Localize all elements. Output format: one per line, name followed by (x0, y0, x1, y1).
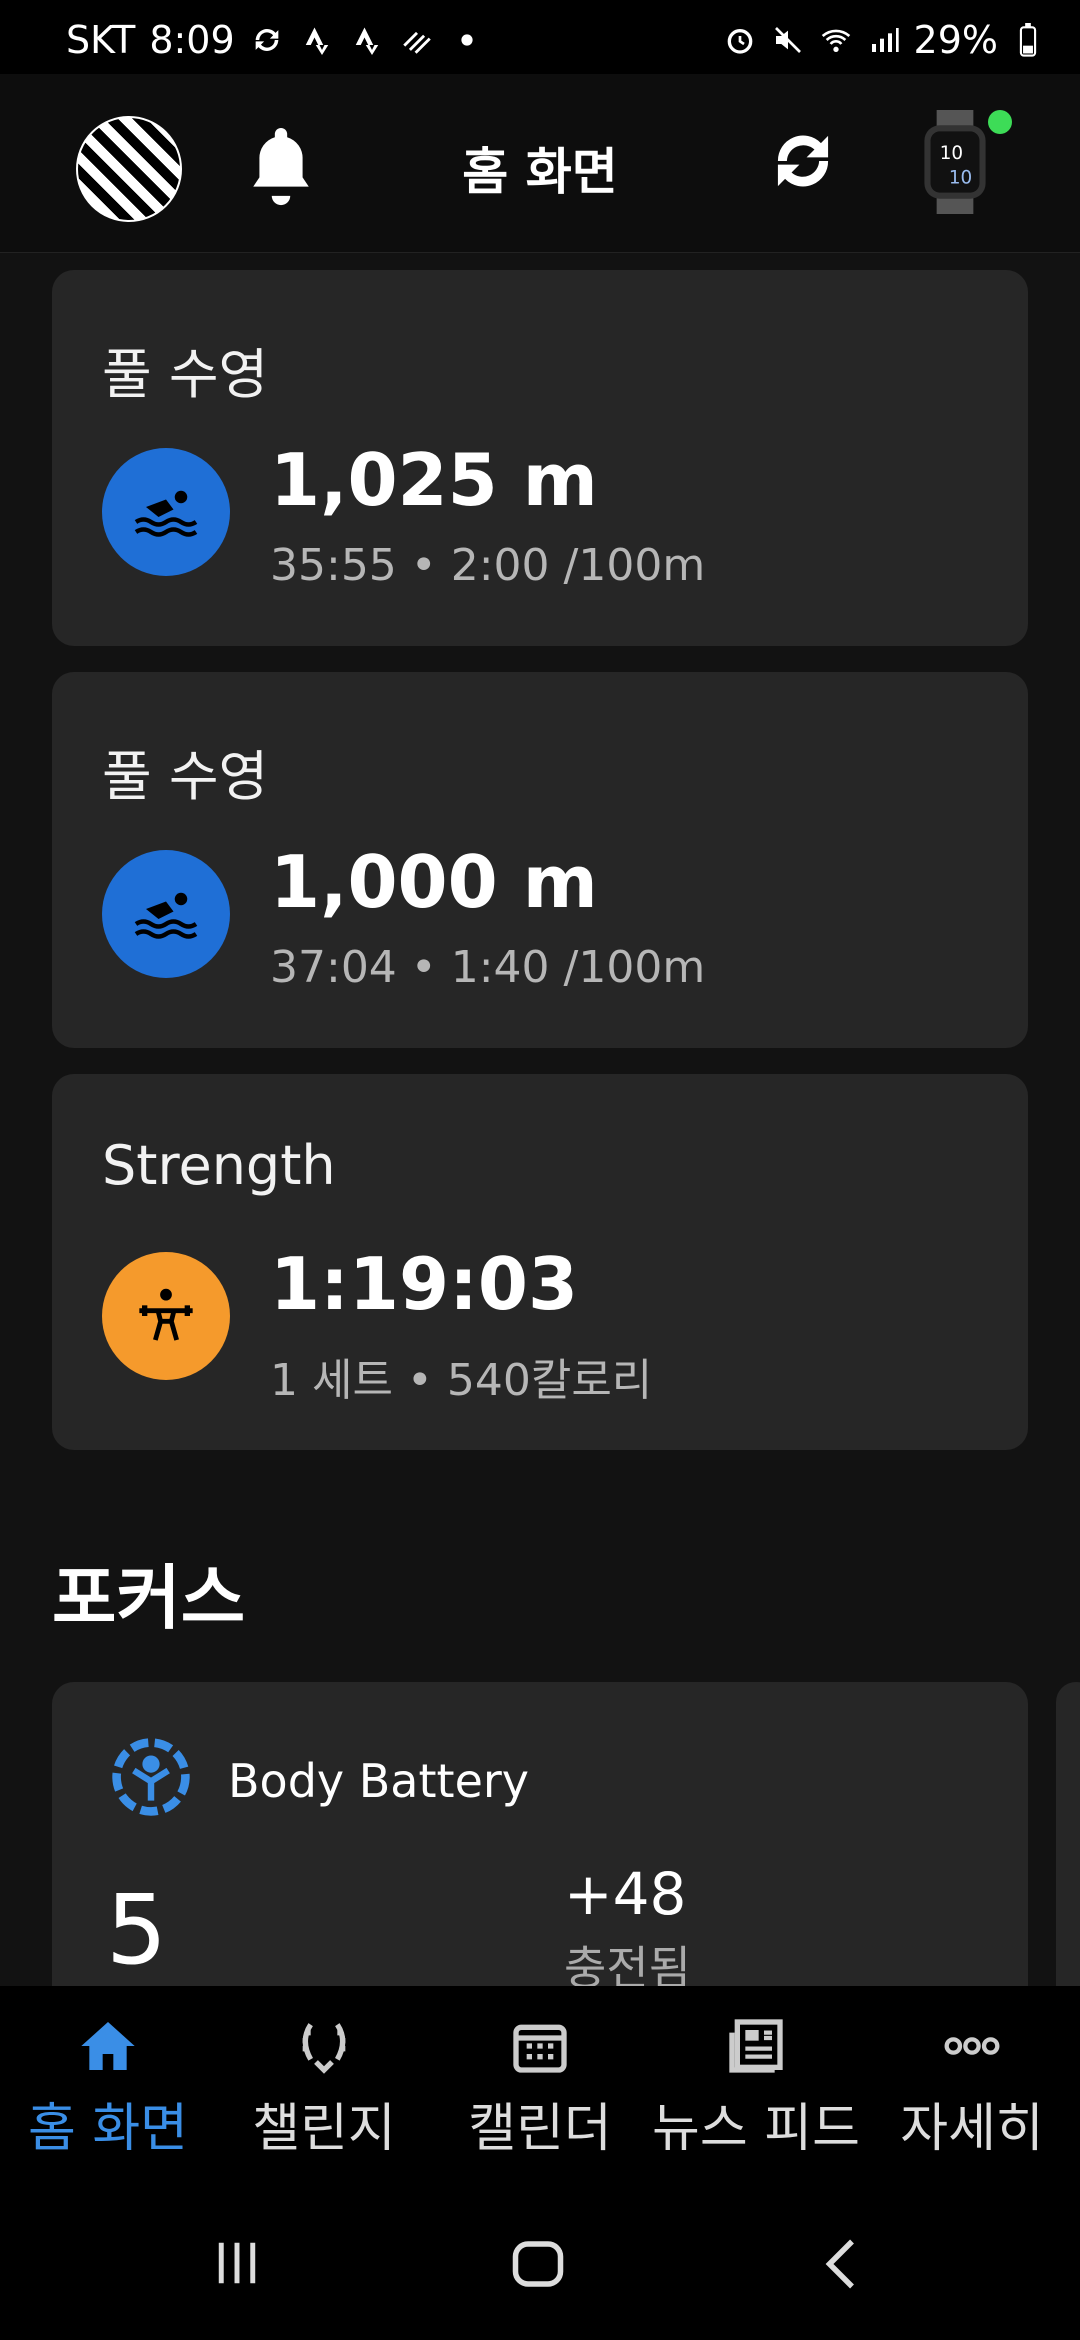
clock: 8:09 (149, 18, 235, 62)
nav-label: 캘린더 (468, 2099, 612, 2159)
nav-newsfeed[interactable]: 뉴스 피드 (648, 2014, 864, 2161)
nav-label: 뉴스 피드 (652, 2099, 860, 2159)
laurel-icon (292, 2014, 356, 2078)
body-battery-value: 5 (106, 1874, 168, 1986)
nav-label: 자세히 (900, 2099, 1044, 2159)
body-battery-title: Body Battery (228, 1754, 529, 1808)
activity-duration: 1:19:03 (270, 1242, 579, 1326)
nav-label: 홈 화면 (27, 2099, 189, 2159)
body-battery-delta-label: 충전됨 (564, 1941, 691, 1986)
activity-title: 풀 수영 (102, 745, 269, 808)
nav-calendar[interactable]: 캘린더 (432, 2014, 648, 2161)
back-icon[interactable] (812, 2234, 872, 2294)
home-icon (76, 2014, 140, 2078)
nav-home[interactable]: 홈 화면 (0, 2014, 216, 2161)
status-left: SKT 8:09 (66, 18, 485, 62)
bottom-nav: 홈 화면 챌린지 캘린더 뉴스 피드 자세히 (0, 1986, 1080, 2176)
svg-text:10: 10 (949, 167, 972, 188)
body-battery-icon (108, 1734, 194, 1820)
recent-apps-icon[interactable] (210, 2236, 264, 2290)
calendar-icon (508, 2014, 572, 2078)
activity-details: 37:04 • 1:40 /100m (270, 942, 706, 993)
carrier-label: SKT (66, 18, 136, 62)
battery-icon (1010, 22, 1046, 58)
signal-icon (866, 22, 902, 58)
next-focus-card[interactable] (1056, 1682, 1080, 1986)
system-nav-bar (0, 2176, 1080, 2340)
sync-icon[interactable] (760, 118, 846, 204)
more-icon (940, 2014, 1004, 2078)
nav-label: 챌린지 (252, 2099, 396, 2159)
body-battery-delta: +48 (564, 1860, 687, 1928)
dot-icon (449, 22, 485, 58)
alarm-icon (722, 22, 758, 58)
main-content: 풀 수영 1,025 m 35:55 • 2:00 /100m 풀 수영 1,0… (0, 252, 1080, 1986)
connection-indicator (988, 110, 1012, 134)
activity-card[interactable]: 풀 수영 1,000 m 37:04 • 1:40 /100m (52, 672, 1028, 1048)
newsfeed-icon (724, 2014, 788, 2078)
activity-title: 풀 수영 (102, 343, 269, 406)
weightlifting-icon (102, 1252, 230, 1380)
strava-icon (349, 22, 385, 58)
mute-icon (770, 22, 806, 58)
svg-text:10: 10 (940, 143, 963, 164)
activity-details: 35:55 • 2:00 /100m (270, 540, 706, 591)
app-bar: 홈 화면 10 10 (0, 74, 1080, 253)
dnd-icon (399, 22, 435, 58)
sync-icon (249, 22, 285, 58)
body-battery-card[interactable]: Body Battery 5 +48 충전됨 (52, 1682, 1028, 1986)
activity-title: Strength (102, 1134, 336, 1197)
swim-icon (102, 850, 230, 978)
activity-distance: 1,000 m (270, 840, 598, 924)
strava-icon (299, 22, 335, 58)
nav-more[interactable]: 자세히 (864, 2014, 1080, 2161)
nav-challenges[interactable]: 챌린지 (216, 2014, 432, 2161)
home-button-icon[interactable] (508, 2234, 568, 2294)
status-bar: SKT 8:09 29% (0, 0, 1080, 74)
swim-icon (102, 448, 230, 576)
battery-percent: 29% (913, 18, 998, 62)
activity-card[interactable]: 풀 수영 1,025 m 35:55 • 2:00 /100m (52, 270, 1028, 646)
section-title-focus: 포커스 (52, 1557, 246, 1639)
activity-distance: 1,025 m (270, 438, 598, 522)
activity-details: 1 세트 • 540칼로리 (270, 1355, 653, 1406)
activity-card[interactable]: Strength 1:19:03 1 세트 • 540칼로리 (52, 1074, 1028, 1450)
status-right: 29% (722, 18, 1046, 62)
wifi-icon (818, 22, 854, 58)
watch-device-icon[interactable]: 10 10 (918, 110, 1012, 214)
